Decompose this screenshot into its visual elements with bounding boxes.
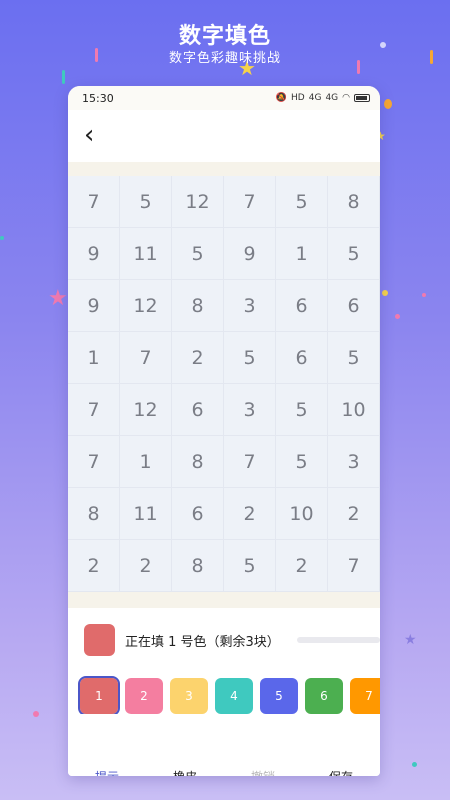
grid-cell[interactable]: 9 — [68, 228, 120, 280]
current-color-row: 正在填 1 号色（剩余3块） — [68, 608, 380, 656]
grid-cell[interactable]: 5 — [172, 228, 224, 280]
grid-cell[interactable]: 5 — [276, 436, 328, 488]
number-grid: 7 5 12 7 5 8 9 11 5 9 1 5 9 12 8 3 6 6 1 7 2 5 6 5 7 12 6 3 5 10 7 1 8 7 5… — [68, 176, 380, 592]
dot — [395, 314, 400, 319]
grid-cell[interactable]: 7 — [68, 176, 120, 228]
color-swatch-2[interactable]: 2 — [125, 678, 163, 714]
star-icon: ★ — [48, 286, 68, 311]
color-swatch-6[interactable]: 6 — [305, 678, 343, 714]
grid-cell[interactable]: 12 — [120, 280, 172, 332]
mute-icon: 🔕 — [275, 93, 288, 103]
grid-cell[interactable]: 7 — [68, 384, 120, 436]
color-swatch-1[interactable]: 1 — [78, 676, 120, 714]
grid-cell[interactable]: 5 — [328, 332, 380, 384]
color-panel: 正在填 1 号色（剩余3块） 1234567 提示 橡皮 撤销 保存 — [68, 608, 380, 776]
grid-cell[interactable]: 3 — [224, 280, 276, 332]
signal-4g-icon: 4G — [308, 93, 322, 103]
hero-title: 数字填色 — [178, 24, 271, 49]
phone-screen: 15:30 🔕 HD 4G 4G ◠ ‹ 7 5 12 7 5 8 9 11 5 9 1 5 9 12 8 3… — [68, 86, 380, 776]
color-swatch-3[interactable]: 3 — [170, 678, 208, 714]
status-time: 15:30 — [82, 91, 114, 105]
chevron-left-icon[interactable]: ‹ — [84, 121, 114, 151]
grid-cell[interactable]: 7 — [328, 540, 380, 592]
grid-cell[interactable]: 5 — [328, 228, 380, 280]
signal-4g-icon: 4G — [325, 93, 339, 103]
grid-cell[interactable]: 6 — [276, 332, 328, 384]
grid-cell[interactable]: 8 — [172, 280, 224, 332]
grid-cell[interactable]: 1 — [276, 228, 328, 280]
grid-cell[interactable]: 2 — [224, 488, 276, 540]
color-swatch-4[interactable]: 4 — [215, 678, 253, 714]
grid-cell[interactable]: 9 — [224, 228, 276, 280]
grid-cell[interactable]: 12 — [120, 384, 172, 436]
grid-cell[interactable]: 2 — [120, 540, 172, 592]
grid-cell[interactable]: 5 — [276, 176, 328, 228]
grid-cell[interactable]: 11 — [120, 488, 172, 540]
grid-cell[interactable]: 7 — [224, 176, 276, 228]
confetti — [62, 70, 65, 84]
grid-cell[interactable]: 2 — [68, 540, 120, 592]
grid-cell[interactable]: 6 — [276, 280, 328, 332]
drop-dot — [384, 99, 392, 109]
grid-cell[interactable]: 8 — [172, 540, 224, 592]
grid-cell[interactable]: 10 — [328, 384, 380, 436]
grid-cell[interactable]: 5 — [224, 332, 276, 384]
grid-cell[interactable]: 1 — [120, 436, 172, 488]
action-bar: 提示 橡皮 撤销 保存 — [68, 764, 380, 776]
grid-cell[interactable]: 7 — [224, 436, 276, 488]
hint-button[interactable]: 提示 — [87, 764, 127, 776]
color-swatch-7[interactable]: 7 — [350, 678, 380, 714]
grid-cell[interactable]: 3 — [224, 384, 276, 436]
grid-cell[interactable]: 8 — [328, 176, 380, 228]
hd-icon: HD — [291, 93, 305, 103]
grid-cell[interactable]: 9 — [68, 280, 120, 332]
progress-bar — [296, 637, 380, 643]
grid-cell[interactable]: 5 — [120, 176, 172, 228]
current-color-text: 正在填 1 号色（剩余3块） — [124, 634, 280, 650]
divider — [68, 162, 380, 176]
grid-cell[interactable]: 6 — [172, 384, 224, 436]
status-bar: 15:30 🔕 HD 4G 4G ◠ — [68, 86, 380, 110]
dot — [0, 236, 4, 240]
grid-cell[interactable]: 6 — [172, 488, 224, 540]
grid-cell[interactable]: 7 — [120, 332, 172, 384]
battery-icon — [354, 94, 370, 102]
wifi-icon: ◠ — [342, 93, 350, 103]
hero-subtitle: 数字色彩趣味挑战 — [168, 51, 281, 66]
dot — [33, 711, 39, 717]
color-palette: 1234567 — [68, 656, 380, 714]
grid-cell[interactable]: 11 — [120, 228, 172, 280]
eraser-button[interactable]: 橡皮 — [165, 764, 205, 776]
grid-cell[interactable]: 2 — [328, 488, 380, 540]
grid-cell[interactable]: 3 — [328, 436, 380, 488]
grid-cell[interactable]: 5 — [224, 540, 276, 592]
grid-cell[interactable]: 7 — [68, 436, 120, 488]
current-color-swatch — [84, 624, 115, 656]
save-button[interactable]: 保存 — [321, 764, 361, 776]
grid-cell[interactable]: 1 — [68, 332, 120, 384]
star-icon: ★ — [404, 632, 417, 648]
divider — [68, 592, 380, 608]
undo-button[interactable]: 撤销 — [243, 764, 283, 776]
grid-cell[interactable]: 8 — [68, 488, 120, 540]
dot — [412, 762, 417, 767]
grid-cell[interactable]: 5 — [276, 384, 328, 436]
dot — [422, 293, 426, 297]
grid-cell[interactable]: 6 — [328, 280, 380, 332]
grid-cell[interactable]: 12 — [172, 176, 224, 228]
grid-cell[interactable]: 2 — [172, 332, 224, 384]
color-swatch-5[interactable]: 5 — [260, 678, 298, 714]
dot — [382, 290, 388, 296]
status-icons: 🔕 HD 4G 4G ◠ — [276, 93, 370, 103]
nav-bar: ‹ — [68, 110, 380, 162]
grid-cell[interactable]: 10 — [276, 488, 328, 540]
grid-cell[interactable]: 8 — [172, 436, 224, 488]
grid-cell[interactable]: 2 — [276, 540, 328, 592]
